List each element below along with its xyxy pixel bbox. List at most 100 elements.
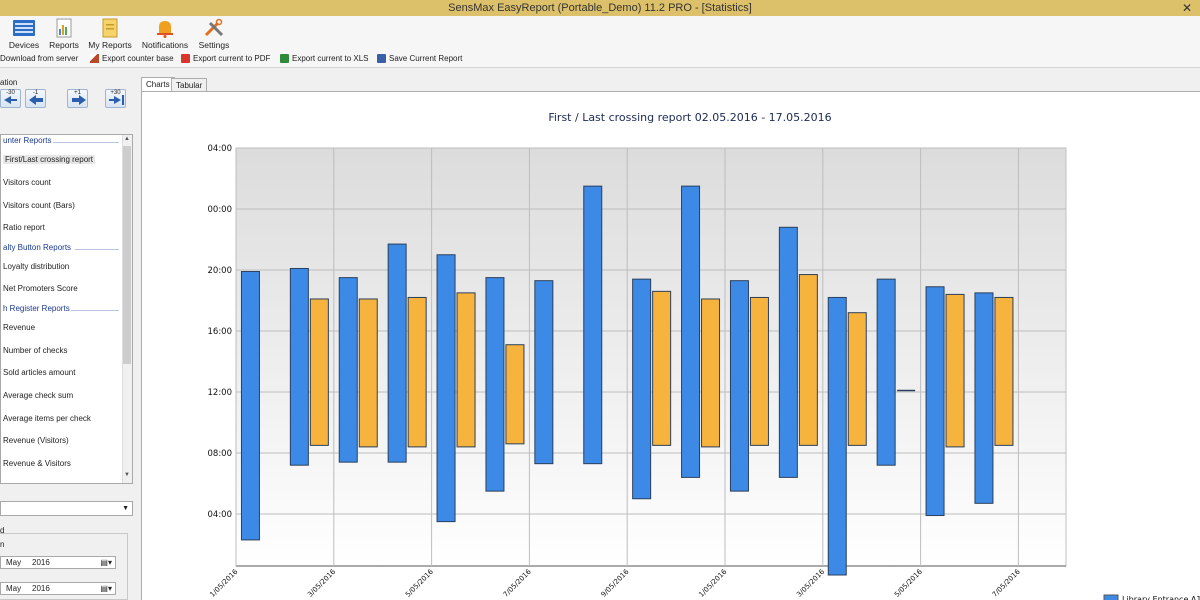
date-to-picker[interactable]: May 2016 ▤▾ — [0, 582, 116, 595]
bar-series-1 — [974, 292, 994, 504]
nav-back-30-button[interactable]: -30 — [0, 89, 21, 108]
devices-icon — [13, 20, 35, 36]
bar-series-2 — [847, 312, 867, 446]
list-item-net-promoters-score[interactable]: Net Promoters Score — [3, 284, 78, 293]
settings-label: Settings — [198, 40, 230, 50]
bar-series-2 — [701, 298, 721, 448]
x-tick-labels: 1/05/2016 3/05/2016 5/05/2016 7/05/2016 9/05… — [208, 567, 1022, 598]
arrow-left-icon — [29, 95, 43, 105]
bar-series-1 — [632, 278, 652, 500]
settings-icon — [204, 18, 224, 37]
bar-series-1 — [289, 267, 309, 466]
group-divider — [53, 142, 119, 143]
chevron-down-icon: ▼ — [122, 505, 129, 512]
y-tick-label: 12:00 — [208, 388, 233, 398]
group-loyalty-button-reports: alty Button Reports — [3, 243, 72, 252]
date-from-year: 2016 — [32, 558, 50, 567]
calendar-icon[interactable]: ▤▾ — [100, 558, 112, 567]
x-tick-label: 7/05/2016 — [991, 567, 1022, 598]
download-from-server-label: Download from server — [0, 54, 79, 63]
title-bar: SensMax EasyReport (Portable_Demo) 11.2 … — [0, 0, 1200, 16]
save-current-report-label: Save Current Report — [389, 54, 463, 63]
list-item-revenue-and-visitors[interactable]: Revenue & Visitors — [3, 459, 71, 468]
export-pdf-button[interactable]: Export current to PDF — [181, 54, 270, 63]
legend: Library Entrance A1 — [1103, 594, 1200, 600]
navigation-label: ation — [0, 78, 18, 87]
list-item-loyalty-distribution[interactable]: Loyalty distribution — [3, 262, 69, 271]
my-reports-label: My Reports — [88, 40, 132, 50]
export-counter-base-label: Export counter base — [102, 54, 174, 63]
date-from-month: May — [6, 558, 22, 567]
group-divider — [75, 249, 119, 250]
list-item-revenue[interactable]: Revenue — [3, 323, 35, 332]
bar-series-2 — [456, 292, 476, 448]
scroll-up-icon[interactable]: ▲ — [122, 136, 132, 146]
nav-forward-30-button[interactable]: +30 — [105, 89, 126, 108]
nav-back-1-button[interactable]: -1 — [25, 89, 46, 108]
device-select[interactable]: ▼ — [0, 501, 133, 516]
bar-series-1 — [534, 280, 554, 465]
notifications-icon — [157, 21, 173, 38]
x-tick-label: 1/05/2016 — [208, 567, 239, 598]
list-item-average-items-per-check[interactable]: Average items per check — [3, 414, 91, 423]
list-item-sold-articles-amount[interactable]: Sold articles amount — [3, 368, 75, 377]
pdf-icon — [181, 54, 190, 63]
x-tick-label: 3/05/2016 — [306, 567, 337, 598]
scroll-down-icon[interactable]: ▼ — [122, 472, 132, 482]
save-current-report-button[interactable]: Save Current Report — [377, 54, 462, 63]
download-from-server-button[interactable]: Download from server — [0, 54, 78, 63]
export-pdf-label: Export current to PDF — [193, 54, 271, 63]
nav-forward-1-button[interactable]: +1 — [67, 89, 88, 108]
x-tick-label: 9/05/2016 — [600, 567, 631, 598]
y-tick-label: 16:00 — [208, 327, 233, 337]
bar-series-1 — [338, 277, 358, 463]
calendar-icon[interactable]: ▤▾ — [100, 584, 112, 593]
export-xls-button[interactable]: Export current to XLS — [280, 54, 368, 63]
list-item-visitors-count-bars[interactable]: Visitors count (Bars) — [3, 201, 75, 210]
y-tick-labels: 04:00 00:00 20:00 16:00 12:00 08:00 04:00 — [208, 144, 233, 520]
bar-series-2 — [749, 296, 769, 446]
chart-panel: First / Last crossing report 02.05.2016 … — [141, 91, 1200, 600]
devices-label: Devices — [8, 40, 40, 50]
window-close-button[interactable]: ✕ — [1182, 1, 1192, 15]
bar-series-2 — [358, 298, 378, 448]
xls-icon — [280, 54, 289, 63]
list-scrollbar[interactable]: ▲ ▼ — [122, 135, 132, 483]
list-item-average-check-sum[interactable]: Average check sum — [3, 391, 73, 400]
scroll-thumb[interactable] — [123, 146, 131, 364]
list-item-ratio-report[interactable]: Ratio report — [3, 223, 45, 232]
window-title: SensMax EasyReport (Portable_Demo) 11.2 … — [448, 2, 752, 14]
export-counter-base-button[interactable]: Export counter base — [90, 54, 174, 63]
reports-list[interactable]: unter Reports First/Last crossing report… — [0, 134, 133, 484]
y-tick-label: 00:00 — [208, 205, 233, 215]
list-item-first-last-crossing[interactable]: First/Last crossing report — [3, 155, 96, 164]
my-reports-button[interactable]: My Reports — [86, 16, 134, 51]
settings-button[interactable]: Settings — [196, 16, 232, 51]
tab-charts[interactable]: Charts — [141, 77, 175, 92]
list-item-visitors-count[interactable]: Visitors count — [3, 178, 51, 187]
notifications-button[interactable]: Notifications — [140, 16, 190, 51]
reports-label: Reports — [49, 40, 79, 50]
bar-series-1 — [778, 226, 798, 478]
y-tick-label: 08:00 — [208, 449, 233, 459]
group-divider — [71, 310, 119, 311]
bar-series-1 — [827, 296, 847, 576]
bar-series-2 — [505, 344, 525, 445]
date-to-year: 2016 — [32, 584, 50, 593]
notifications-label: Notifications — [141, 40, 189, 50]
reports-icon — [56, 18, 72, 38]
reports-button[interactable]: Reports — [46, 16, 82, 51]
bar-series-1 — [436, 254, 456, 523]
bar-series-1 — [240, 271, 260, 541]
y-tick-label: 20:00 — [208, 266, 233, 276]
legend-label: Library Entrance A1 — [1122, 595, 1200, 600]
date-from-picker[interactable]: May 2016 ▤▾ — [0, 556, 116, 569]
crossing-chart: First / Last crossing report 02.05.2016 … — [208, 111, 1200, 600]
devices-button[interactable]: Devices — [5, 16, 43, 51]
tab-tabular[interactable]: Tabular — [171, 78, 208, 92]
bar-series-1 — [387, 243, 407, 463]
period-group: n May 2016 ▤▾ May 2016 ▤▾ — [0, 533, 128, 600]
bar-series-1 — [485, 277, 505, 492]
list-item-revenue-visitors[interactable]: Revenue (Visitors) — [3, 436, 69, 445]
list-item-number-of-checks[interactable]: Number of checks — [3, 346, 67, 355]
